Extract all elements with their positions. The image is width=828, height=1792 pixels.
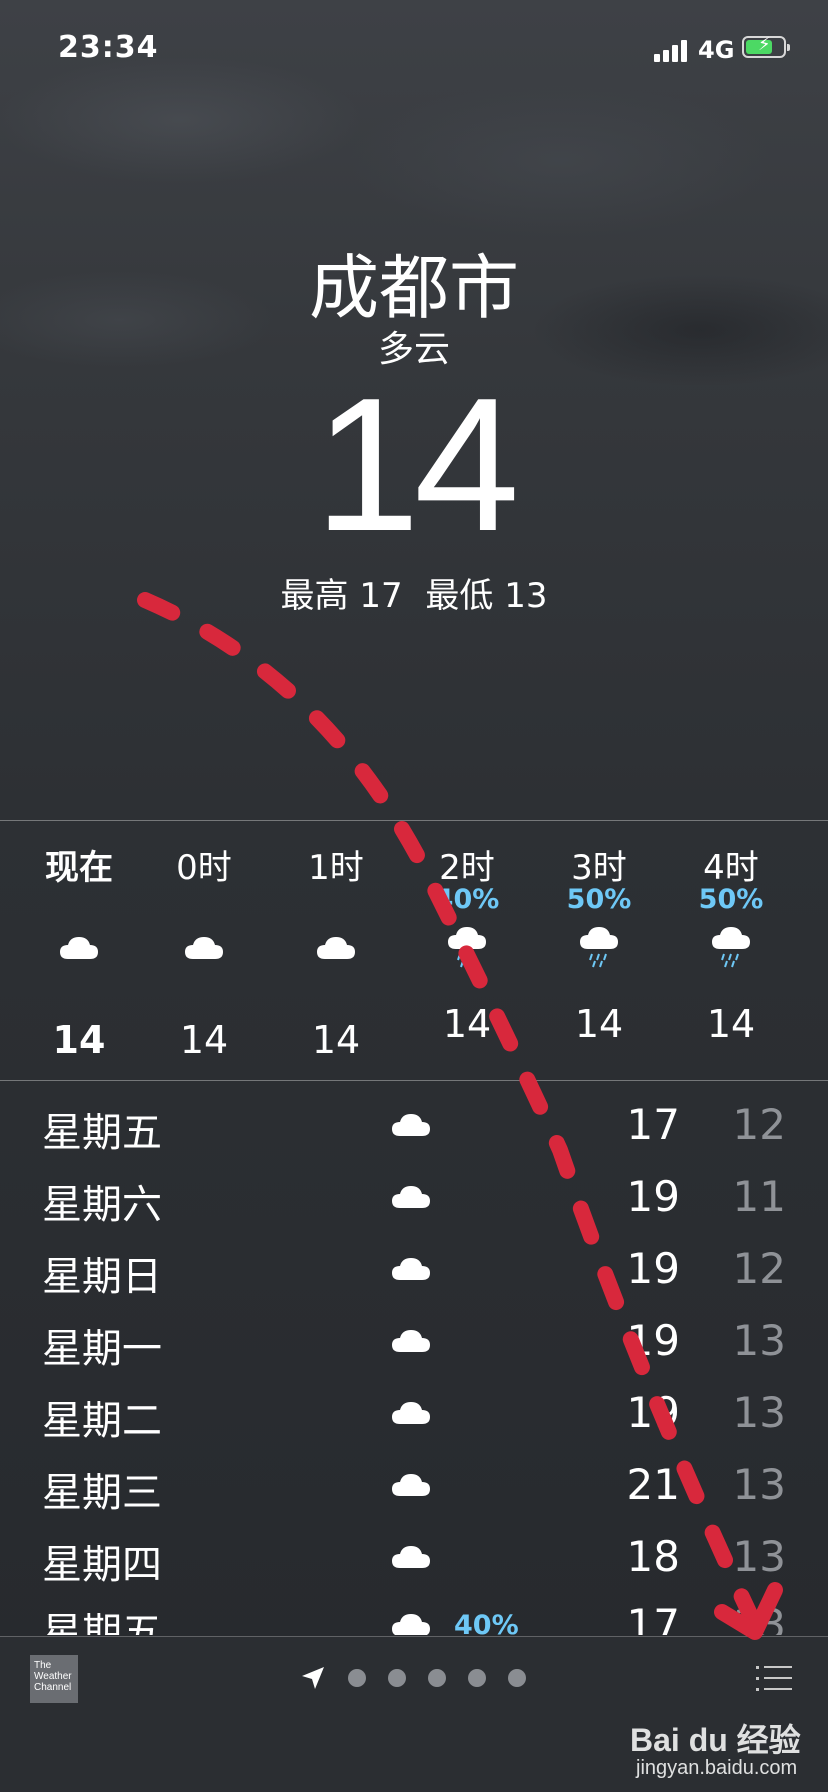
list-icon[interactable] [756,1664,792,1694]
daily-row: 星期一 19 13 [0,1304,828,1376]
day-low-temp: 13 [732,1388,786,1437]
cloud-icon [139,922,269,972]
hour-temp: 14 [52,1018,106,1062]
page-dot[interactable] [508,1669,526,1687]
cloud-icon [14,922,144,972]
day-high-temp: 19 [626,1388,680,1437]
hour-precip: 50% [698,884,764,915]
city-name: 成都市 [309,247,519,329]
daily-row: 星期五 17 12 [0,1088,828,1160]
day-high-temp: 17 [626,1100,680,1149]
hour-column: 0时 14 [139,840,269,1062]
high-low-temperature: 最高 17 最低 13 [0,568,828,617]
day-precip: 40% [454,1610,519,1635]
day-high-temp: 19 [626,1316,680,1365]
toolbar-divider [0,1636,828,1637]
page-dot[interactable] [348,1669,366,1687]
page-dot[interactable] [428,1669,446,1687]
day-high-temp: 19 [626,1244,680,1293]
day-high-temp: 19 [626,1172,680,1221]
hour-column: 2时 40% 14 [402,840,532,1046]
day-low-temp: 13 [732,1532,786,1581]
daily-row: 星期三 21 13 [0,1448,828,1520]
day-name: 星期三 [42,1470,162,1516]
cellular-signal-icon [654,38,688,62]
cloud-icon [390,1398,432,1430]
cloud-icon [390,1542,432,1574]
day-name: 星期二 [42,1398,162,1444]
day-name: 星期六 [42,1182,162,1228]
cloud-icon [390,1470,432,1502]
day-low-temp: 12 [732,1244,786,1293]
daily-row: 星期二 19 13 [0,1376,828,1448]
hour-temp: 14 [311,1018,361,1062]
cloud-icon [390,1610,432,1635]
rain-cloud-icon [534,922,664,972]
baidu-watermark-url: jingyan.baidu.com [636,1757,798,1779]
hour-label: 0时 [176,848,232,888]
high-temp: 最高 17 [280,576,403,616]
daily-forecast-list[interactable]: 星期五 17 12 星期六 19 11 星期日 19 12 星期一 19 13 … [0,1080,828,1635]
cloud-icon [271,922,401,972]
battery-charging-icon: ⚡ [742,36,790,58]
day-low-temp: 13 [732,1460,786,1509]
hour-label: 4时 [703,848,759,888]
location-arrow-icon [302,1667,324,1689]
hour-label: 2时 [439,848,495,888]
day-low-temp: 13 [732,1600,786,1635]
current-temperature: 14 [314,359,519,571]
hour-label: 现在 [45,848,113,888]
day-high-temp: 21 [626,1460,680,1509]
hour-temp: 14 [442,1002,492,1046]
day-name: 星期五 [42,1110,162,1156]
hour-column: 4时 50% 14 [666,840,796,1046]
hour-precip [271,884,401,916]
status-time: 23:34 [58,30,159,65]
cloud-icon [390,1182,432,1214]
day-name: 星期四 [42,1542,162,1588]
daily-row: 星期六 19 11 [0,1160,828,1232]
rain-cloud-icon [402,922,532,972]
day-low-temp: 12 [732,1100,786,1149]
daily-row: 星期日 19 12 [0,1232,828,1304]
day-name: 星期五 [42,1610,162,1635]
cloud-icon [390,1254,432,1286]
day-high-temp: 17 [626,1600,680,1635]
hour-precip: 40% [434,884,500,915]
cloud-icon [390,1326,432,1358]
cloud-icon [390,1110,432,1142]
rain-cloud-icon [666,922,796,972]
hour-precip [139,884,269,916]
page-indicator[interactable] [300,1664,526,1692]
page-dot[interactable] [468,1669,486,1687]
hour-column: 1时 14 [271,840,401,1062]
day-name: 星期日 [42,1254,162,1300]
hour-label: 1时 [308,848,364,888]
low-temp: 最低 13 [425,576,548,616]
hourly-top-divider [0,820,828,821]
hour-column: 3时 50% 14 [534,840,664,1046]
hour-label: 3时 [571,848,627,888]
network-type: 4G [698,36,735,64]
baidu-watermark-logo: Bai du 经验 [630,1722,801,1758]
page-dot[interactable] [388,1669,406,1687]
hour-temp: 14 [179,1018,229,1062]
hour-temp: 14 [706,1002,756,1046]
daily-row: 星期五 40% 17 13 [0,1588,828,1635]
day-low-temp: 13 [732,1316,786,1365]
day-name: 星期一 [42,1326,162,1372]
hour-precip: 50% [566,884,632,915]
day-low-temp: 11 [732,1172,786,1221]
day-high-temp: 18 [626,1532,680,1581]
hour-column: 现在 14 [14,840,144,1062]
hour-precip [14,884,144,916]
hour-temp: 14 [574,1002,624,1046]
weather-channel-logo[interactable]: The Weather Channel [30,1655,78,1703]
daily-row: 星期四 18 13 [0,1520,828,1592]
